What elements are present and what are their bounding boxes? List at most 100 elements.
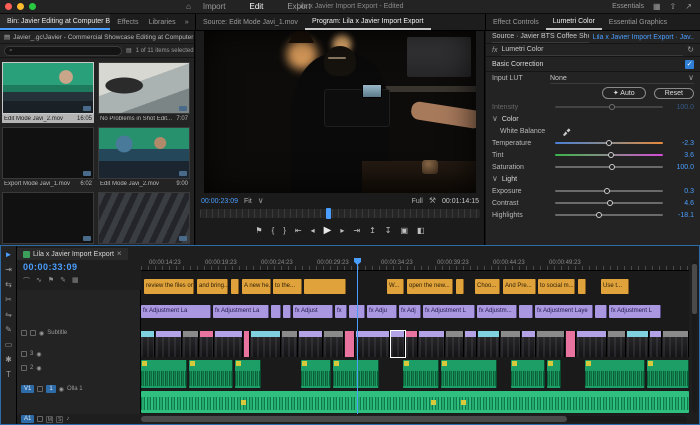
- bin-item-thumbnail[interactable]: [2, 192, 94, 244]
- bin-item-thumbnail[interactable]: [98, 127, 190, 179]
- quick-export-icon[interactable]: ⇧: [670, 2, 677, 11]
- audio-clip[interactable]: [141, 360, 187, 388]
- tab-edit[interactable]: Edit: [250, 2, 264, 11]
- video-clip[interactable]: [446, 331, 464, 357]
- program-video-frame[interactable]: [204, 31, 476, 193]
- input-lut-select[interactable]: None ∨: [550, 73, 694, 84]
- mute-button[interactable]: M: [46, 415, 54, 423]
- track-select-tool[interactable]: ⇥: [5, 265, 12, 274]
- sequence-clip-link[interactable]: Lila x Javier Import Export · Jav..: [593, 34, 694, 41]
- breadcrumb-text[interactable]: Javier_.gc\Javier - Commercial Showcase …: [13, 34, 194, 41]
- temperature-slider[interactable]: [555, 140, 663, 146]
- light-section-header[interactable]: Light: [502, 176, 517, 183]
- tab-source-monitor[interactable]: Source: Edit Mode Javi_1.mov: [196, 14, 305, 30]
- bin-item-thumbnail[interactable]: [98, 192, 190, 244]
- sequence-tab[interactable]: Lila x Javier Import Export ×: [17, 248, 128, 260]
- video-clip[interactable]: [566, 331, 576, 357]
- ripple-edit-tool[interactable]: ⇆: [5, 280, 12, 289]
- video-clip[interactable]: [390, 330, 406, 358]
- step-back-button[interactable]: ◂: [311, 226, 315, 235]
- selection-tool[interactable]: ►: [5, 250, 13, 259]
- audio-clip[interactable]: [511, 360, 545, 388]
- adjustment-layer-clip[interactable]: [519, 305, 533, 318]
- sync-lock-icon[interactable]: [30, 330, 36, 336]
- vertical-scrollbar-thumb[interactable]: [692, 264, 697, 314]
- rectangle-tool[interactable]: ▭: [5, 340, 13, 349]
- close-window-button[interactable]: [5, 3, 12, 10]
- audio-clip[interactable]: [333, 360, 379, 388]
- adjustment-layer-clip[interactable]: fx Adjustment L: [423, 305, 475, 318]
- horizontal-scrollbar-thumb[interactable]: [141, 416, 567, 422]
- lock-icon[interactable]: [37, 416, 44, 422]
- reset-effect-icon[interactable]: ↻: [687, 46, 694, 54]
- timeline-playhead[interactable]: [357, 260, 358, 414]
- subtitle-clip[interactable]: [456, 279, 464, 294]
- type-tool[interactable]: T: [6, 370, 11, 379]
- music-clip[interactable]: [141, 391, 689, 413]
- linked-selection-icon[interactable]: ∿: [36, 276, 42, 286]
- slider-knob[interactable]: [609, 164, 615, 170]
- audio-clip[interactable]: [301, 360, 331, 388]
- subtitle-clip[interactable]: [578, 279, 586, 294]
- video-clip[interactable]: [650, 331, 662, 357]
- video-clip[interactable]: [356, 331, 390, 357]
- intensity-slider[interactable]: [555, 104, 663, 110]
- subtitle-clip[interactable]: to the...: [273, 279, 302, 294]
- video-clip[interactable]: [537, 331, 565, 357]
- adjustment-layer-clip[interactable]: fx Adj: [399, 305, 421, 318]
- video-clip[interactable]: [478, 331, 500, 357]
- lock-icon[interactable]: [21, 351, 27, 357]
- hand-tool[interactable]: ✱: [5, 355, 12, 364]
- slider-knob[interactable]: [603, 188, 610, 194]
- bin-item[interactable]: Edit Mode Javi_2.mov 9:00: [98, 127, 190, 188]
- tab-effect-controls[interactable]: Effect Controls: [486, 14, 546, 30]
- slider-knob[interactable]: [606, 200, 613, 206]
- exposure-slider[interactable]: [555, 188, 663, 194]
- effect-preset-select[interactable]: Lumetri Color: [501, 45, 684, 56]
- search-input[interactable]: ⌕: [4, 45, 122, 56]
- video-clip[interactable]: [183, 331, 199, 357]
- auto-button[interactable]: ✦ Auto: [601, 87, 646, 99]
- slider-value[interactable]: -18.1: [668, 212, 694, 219]
- fullscreen-icon[interactable]: ↗: [685, 2, 692, 11]
- video-clip[interactable]: [406, 331, 418, 357]
- audio-clip[interactable]: [235, 360, 261, 388]
- video-clip[interactable]: [324, 331, 344, 357]
- slider-knob[interactable]: [607, 152, 614, 158]
- close-icon[interactable]: ×: [117, 250, 122, 258]
- basic-correction-header[interactable]: Basic Correction: [492, 61, 543, 68]
- tint-slider[interactable]: [555, 152, 663, 158]
- mark-out-button[interactable]: }: [283, 226, 286, 235]
- subtitle-clip[interactable]: A new he...: [242, 279, 271, 294]
- solo-button[interactable]: S: [56, 415, 64, 423]
- bin-item[interactable]: [2, 192, 94, 245]
- mic-icon[interactable]: ♪: [66, 416, 69, 422]
- adjustment-layer-clip[interactable]: fx Adjustment La: [213, 305, 269, 318]
- vertical-scrollbar[interactable]: [692, 260, 697, 412]
- video-clip[interactable]: [577, 331, 607, 357]
- timeline-settings-icon[interactable]: ✎: [60, 276, 66, 286]
- slider-value[interactable]: -2.3: [668, 140, 694, 147]
- color-section-header[interactable]: Color: [502, 116, 519, 123]
- eye-icon[interactable]: ◉: [39, 330, 44, 337]
- adjustment-layer-clip[interactable]: [595, 305, 607, 318]
- saturation-slider[interactable]: [555, 164, 663, 170]
- timeline-ruler[interactable]: 00:00:14:23 00:00:19:23 00:00:24:23 00:00:2…: [141, 258, 689, 271]
- video-clip[interactable]: [522, 331, 536, 357]
- bin-item-thumbnail[interactable]: [98, 62, 190, 114]
- subtitle-clip[interactable]: And Pre...: [503, 279, 536, 294]
- go-to-out-button[interactable]: ⇥: [353, 226, 360, 235]
- audio-clip[interactable]: [647, 360, 689, 388]
- subtitle-clip[interactable]: review the files on ...: [144, 279, 194, 294]
- snap-icon[interactable]: ⌒: [23, 276, 30, 286]
- video-clip[interactable]: [244, 331, 250, 357]
- bin-item-thumbnail[interactable]: [2, 62, 94, 114]
- subtitle-clip[interactable]: to social m...: [538, 279, 575, 294]
- intensity-value[interactable]: 100.0: [668, 104, 694, 111]
- workspace-label[interactable]: Essentials: [612, 3, 644, 10]
- slider-value[interactable]: 0.3: [668, 188, 694, 195]
- audio-clip[interactable]: [585, 360, 645, 388]
- minimize-window-button[interactable]: [17, 3, 24, 10]
- tab-lumetri-color[interactable]: Lumetri Color: [545, 14, 602, 30]
- eye-icon[interactable]: ◉: [36, 365, 41, 372]
